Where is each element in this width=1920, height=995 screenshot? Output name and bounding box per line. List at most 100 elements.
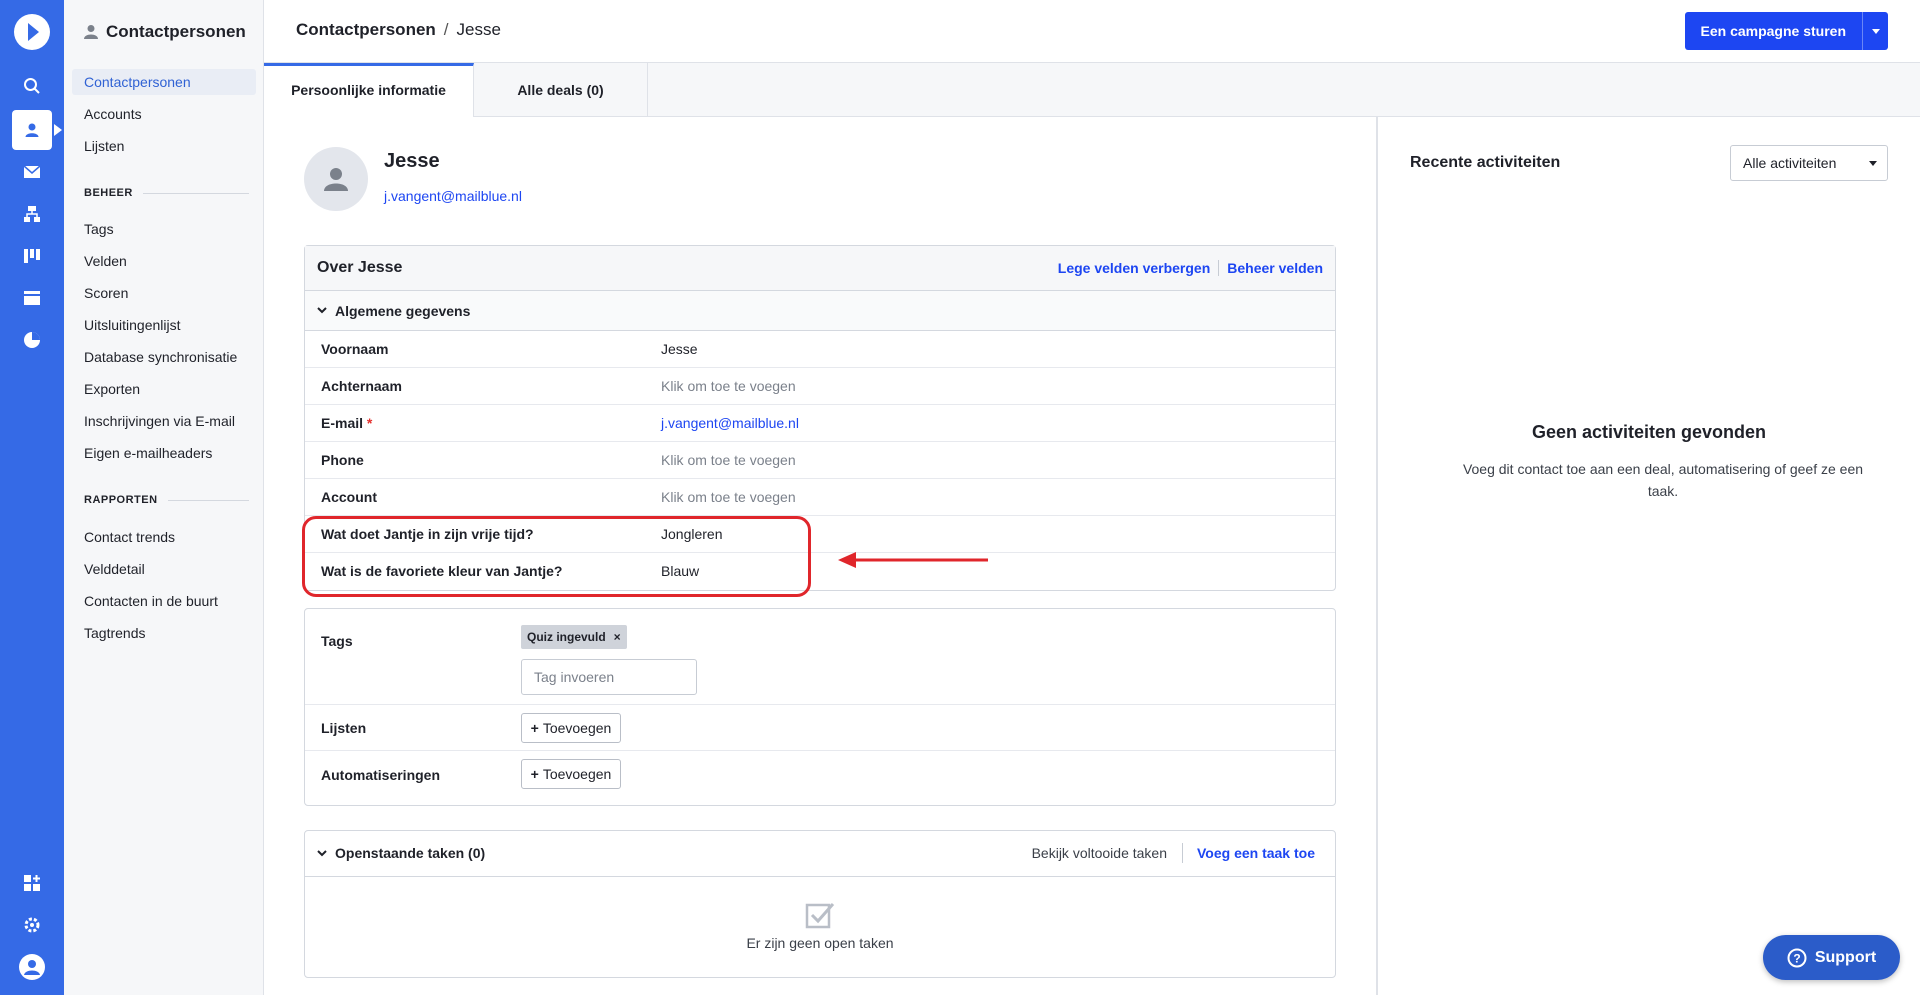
- sidebar-item-scoren[interactable]: Scoren: [72, 280, 256, 306]
- add-task-link[interactable]: Voeg een taak toe: [1197, 845, 1315, 861]
- lists-label: Lijsten: [321, 720, 367, 736]
- add-list-button[interactable]: + Toevoegen: [521, 713, 621, 743]
- section-beheer-label: BEHEER: [84, 187, 133, 199]
- deals-icon[interactable]: [12, 236, 52, 276]
- no-activities-description: Voeg dit contact toe aan een deal, autom…: [1462, 461, 1864, 499]
- breadcrumb: Contactpersonen / Jesse: [296, 20, 501, 40]
- apps-icon[interactable]: [12, 863, 52, 903]
- tags-row: Tags Quiz ingevuld × Tag invoeren: [305, 609, 1335, 705]
- mail-icon[interactable]: [12, 152, 52, 192]
- recent-activities-title: Recente activiteiten: [1410, 154, 1561, 171]
- hide-empty-fields-link[interactable]: Lege velden verbergen: [1058, 260, 1211, 276]
- sidebar-item-tags[interactable]: Tags: [72, 216, 256, 242]
- chevron-down-icon: [317, 849, 327, 856]
- tab-alle-deals[interactable]: Alle deals (0): [474, 63, 648, 117]
- send-campaign-group: Een campagne sturen: [1684, 12, 1888, 50]
- breadcrumb-current: Jesse: [456, 20, 501, 39]
- divider: [1182, 843, 1183, 863]
- sidebar-item-velden[interactable]: Velden: [72, 248, 256, 274]
- tasks-empty-message: Er zijn geen open taken: [746, 935, 894, 951]
- help-icon: ?: [1787, 948, 1807, 967]
- tasks-title: Openstaande taken (0): [335, 845, 486, 861]
- contacts-icon[interactable]: [12, 110, 62, 150]
- contact-avatar: [304, 147, 368, 211]
- sidebar-item-inschrijvingen[interactable]: Inschrijvingen via E-mail: [72, 408, 256, 434]
- tasks-empty-state: Er zijn geen open taken: [305, 877, 1335, 977]
- sidebar-item-exporten[interactable]: Exporten: [72, 376, 256, 402]
- field-value-placeholder[interactable]: Klik om toe te voegen: [661, 489, 796, 505]
- automation-icon[interactable]: [12, 194, 52, 234]
- activity-filter-select[interactable]: Alle activiteiten: [1730, 145, 1888, 181]
- caret-down-icon: [1869, 161, 1877, 166]
- sidebar-item-contacten-buurt[interactable]: Contacten in de buurt: [72, 588, 256, 614]
- support-button[interactable]: ? Support: [1763, 935, 1900, 980]
- sidebar-item-tagtrends[interactable]: Tagtrends: [72, 620, 256, 646]
- contacts-sidebar: Contactpersonen Contactpersonen Accounts…: [64, 0, 264, 995]
- field-label: Account: [321, 489, 377, 505]
- sidebar-item-uitsluitingenlijst[interactable]: Uitsluitingenlijst: [72, 312, 256, 338]
- sidebar-item-lijsten[interactable]: Lijsten: [72, 133, 256, 159]
- sidebar-title: Contactpersonen: [106, 22, 246, 41]
- svg-text:?: ?: [1793, 951, 1800, 965]
- field-value-email[interactable]: j.vangent@mailblue.nl: [661, 415, 799, 431]
- field-label: Achternaam: [321, 378, 402, 394]
- chevron-down-icon: [317, 307, 327, 314]
- lists-row: Lijsten + Toevoegen: [305, 705, 1335, 751]
- support-label: Support: [1814, 948, 1877, 966]
- tasks-toggle[interactable]: Openstaande taken (0): [317, 845, 485, 861]
- page-header: Contactpersonen / Jesse Een campagne stu…: [264, 0, 1920, 63]
- sidebar-item-database-sync[interactable]: Database synchronisatie: [72, 344, 256, 370]
- about-actions: Lege velden verbergen Beheer velden: [1058, 260, 1323, 276]
- sidebar-item-emailheaders[interactable]: Eigen e-mailheaders: [72, 440, 256, 466]
- automations-label: Automatiseringen: [321, 767, 441, 783]
- required-marker: *: [366, 415, 373, 431]
- tags-label: Tags: [321, 633, 353, 649]
- add-automation-button[interactable]: + Toevoegen: [521, 759, 621, 789]
- field-row-email: E-mail * j.vangent@mailblue.nl: [305, 405, 1335, 442]
- sidebar-item-velddetail[interactable]: Velddetail: [72, 556, 256, 582]
- tab-persoonlijke-informatie[interactable]: Persoonlijke informatie: [264, 63, 474, 117]
- contact-tabs: Persoonlijke informatie Alle deals (0): [264, 63, 1920, 117]
- plus-icon: +: [530, 720, 539, 736]
- checkbox-icon: [805, 903, 835, 929]
- tasks-card: Openstaande taken (0) Bekijk voltooide t…: [304, 830, 1336, 978]
- tags-lists-card: Tags Quiz ingevuld × Tag invoeren Lijste…: [304, 608, 1336, 806]
- field-label-group: E-mail *: [321, 415, 372, 431]
- app-nav-rail: [0, 0, 64, 995]
- add-label: Toevoegen: [542, 720, 612, 736]
- manage-fields-link[interactable]: Beheer velden: [1227, 260, 1323, 276]
- field-value-placeholder[interactable]: Klik om toe te voegen: [661, 452, 796, 468]
- sidebar-item-contact-trends[interactable]: Contact trends: [72, 524, 256, 550]
- general-section-toggle[interactable]: Algemene gegevens: [305, 291, 1335, 331]
- tag-input[interactable]: Tag invoeren: [521, 659, 697, 695]
- field-row-phone: Phone Klik om toe te voegen: [305, 442, 1335, 479]
- sidebar-item-accounts[interactable]: Accounts: [72, 101, 256, 127]
- tag-chip-label: Quiz ingevuld: [527, 630, 606, 644]
- field-row-voornaam: Voornaam Jesse: [305, 331, 1335, 368]
- sidebar-item-contactpersonen[interactable]: Contactpersonen: [72, 69, 256, 95]
- campaign-dropdown-toggle[interactable]: [1862, 12, 1888, 50]
- breadcrumb-root[interactable]: Contactpersonen: [296, 20, 436, 40]
- field-value[interactable]: Jesse: [661, 341, 698, 357]
- view-completed-tasks-link[interactable]: Bekijk voltooide taken: [1032, 845, 1167, 861]
- activity-filter-value: Alle activiteiten: [1743, 155, 1837, 171]
- contact-email-link[interactable]: j.vangent@mailblue.nl: [384, 188, 522, 204]
- user-avatar-icon[interactable]: [12, 947, 52, 987]
- field-row-account: Account Klik om toe te voegen: [305, 479, 1335, 516]
- pages-icon[interactable]: [12, 278, 52, 318]
- panel-divider: [1376, 117, 1378, 995]
- settings-icon[interactable]: [12, 905, 52, 945]
- annotation-highlight-box: [302, 516, 811, 597]
- logo-icon[interactable]: [14, 14, 50, 50]
- about-card-header: Over Jesse Lege velden verbergen Beheer …: [305, 246, 1335, 291]
- reports-icon[interactable]: [12, 320, 52, 360]
- search-icon[interactable]: [12, 66, 52, 106]
- field-value-placeholder[interactable]: Klik om toe te voegen: [661, 378, 796, 394]
- section-beheer: BEHEER: [84, 187, 249, 199]
- plus-icon: +: [530, 766, 539, 782]
- send-campaign-button[interactable]: Een campagne sturen: [1684, 12, 1862, 50]
- divider: [1218, 260, 1220, 276]
- tag-remove-icon[interactable]: ×: [614, 625, 621, 649]
- field-label: Phone: [321, 452, 364, 468]
- automations-row: Automatiseringen + Toevoegen: [305, 751, 1335, 805]
